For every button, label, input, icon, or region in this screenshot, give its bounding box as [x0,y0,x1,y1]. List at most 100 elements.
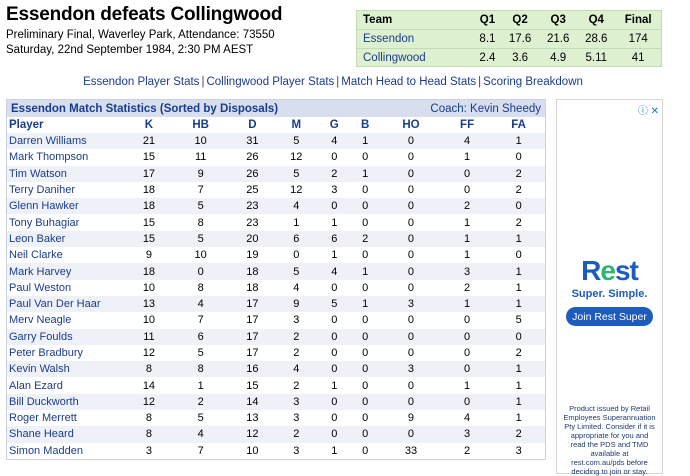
player-name-link[interactable]: Shane Heard [7,426,127,443]
stat-cell: 18 [127,181,171,199]
stat-cell: 2 [318,165,351,182]
stat-cell: 0 [350,361,381,378]
ad-brand-logo[interactable]: Rest [557,255,662,287]
scoreboard-cell: 2.4 [473,48,502,67]
player-name-link[interactable]: Roger Merrett [7,410,127,427]
stat-cell: 0 [318,410,351,427]
stats-title: Essendon Match Statistics (Sorted by Dis… [11,102,279,115]
stats-column-header[interactable]: M [274,117,318,133]
nav-link-essendon-stats[interactable]: Essendon Player Stats [83,76,199,88]
player-name-link[interactable]: Merv Neagle [7,312,127,329]
player-name-link[interactable]: Paul Weston [7,279,127,296]
stat-cell: 1 [492,361,545,378]
ad-fine-print: Product issued by Retail Employees Super… [563,404,656,476]
stat-cell: 12 [127,393,171,411]
player-name-link[interactable]: Mark Harvey [7,263,127,280]
player-name-link[interactable]: Leon Baker [7,230,127,248]
stat-cell: 6 [318,230,351,248]
stat-cell: 12 [274,181,319,199]
stat-cell: 0 [350,393,381,411]
nav-link-scoring-breakdown[interactable]: Scoring Breakdown [483,76,583,88]
player-name-link[interactable]: Peter Bradbury [7,344,127,362]
ad-join-button[interactable]: Join Rest Super [566,307,653,326]
nav-link-head-to-head[interactable]: Match Head to Head Stats [341,76,476,88]
stat-cell: 1 [441,149,493,166]
player-name-link[interactable]: Tim Watson [7,165,127,182]
stat-cell: 0 [350,247,381,264]
scoreboard-team-link[interactable]: Essendon [357,29,474,49]
table-row: Bill Duckworth 12 2 14 3 0 0 0 0 1 [7,393,545,411]
stat-cell: 0 [441,393,493,411]
player-name-link[interactable]: Tony Buhagiar [7,214,127,231]
stats-column-header[interactable]: HB [171,117,231,133]
table-row: Merv Neagle 10 7 17 3 0 0 0 0 5 [7,312,545,329]
player-name-link[interactable]: Glenn Hawker [7,198,127,215]
table-row: Simon Madden 3 7 10 3 1 0 33 2 3 [7,442,545,459]
stat-cell: 9 [170,165,231,182]
stat-cell: 0 [318,279,351,296]
stat-cell: 0 [492,149,545,166]
stat-cell: 1 [350,133,381,150]
player-name-link[interactable]: Garry Foulds [7,328,127,345]
stat-cell: 15 [230,377,275,394]
scoreboard-header-final: Final [624,14,652,26]
stat-cell: 8 [170,214,231,231]
table-row: Tim Watson 17 9 26 5 2 1 0 0 2 [7,165,545,182]
stat-cell: 17 [230,312,275,329]
scoreboard-cell: 4.9 [539,48,578,67]
stat-cell: 0 [350,149,381,166]
player-name-link[interactable]: Terry Daniher [7,181,127,199]
stat-cell: 5 [274,263,319,280]
player-name-link[interactable]: Mark Thompson [7,149,127,166]
stats-column-header[interactable]: D [230,117,274,133]
scoreboard-cell: 28.6 [577,29,616,49]
stat-cell: 0 [318,149,351,166]
stat-cell: 3 [380,295,442,313]
player-name-link[interactable]: Paul Van Der Haar [7,295,127,313]
stat-cell: 26 [230,165,275,182]
player-name-link[interactable]: Simon Madden [7,442,127,459]
stats-column-header[interactable]: B [350,117,380,133]
stat-cell: 6 [274,230,319,248]
stat-cell: 0 [380,344,442,362]
stats-column-header[interactable]: HO [380,117,442,133]
stat-cell: 10 [230,442,275,459]
scoreboard-cell: 8.1 [473,29,502,49]
ad-choices-icon[interactable]: ⓘ ✕ [638,102,659,117]
stats-column-header[interactable]: G [318,117,350,133]
player-name-link[interactable]: Alan Ezard [7,377,127,394]
match-date: Saturday, 22nd September 1984, 2:30 PM A… [6,44,254,56]
stat-cell: 3 [274,442,319,459]
advertisement[interactable]: ⓘ ✕ Rest Super. Simple. Join Rest Super … [556,99,663,476]
stat-cell: 3 [274,312,319,329]
stats-column-header[interactable]: FA [492,117,545,133]
stat-cell: 1 [350,165,381,182]
player-name-link[interactable]: Bill Duckworth [7,393,127,411]
player-name-link[interactable]: Kevin Walsh [7,361,127,378]
stat-cell: 2 [350,230,381,248]
stat-cell: 5 [170,230,231,248]
nav-link-collingwood-stats[interactable]: Collingwood Player Stats [206,76,334,88]
stat-cell: 17 [127,165,171,182]
stat-cell: 1 [441,214,493,231]
stat-cell: 1 [492,410,545,427]
stat-cell: 4 [170,295,231,313]
stat-cell: 0 [380,328,442,345]
scoreboard-team-link[interactable]: Collingwood [357,48,474,67]
player-name-link[interactable]: Darren Williams [7,133,127,150]
player-name-link[interactable]: Neil Clarke [7,247,127,264]
stats-column-header[interactable]: FF [442,117,492,133]
table-row: Alan Ezard 14 1 15 2 1 0 0 1 1 [7,377,545,394]
stat-cell: 5 [170,198,231,215]
scoreboard-cell: 3.6 [501,48,540,67]
stat-cell: 4 [441,133,493,150]
stat-cell: 0 [380,247,442,264]
stat-cell: 7 [170,181,231,199]
stats-column-header[interactable]: Player [7,117,127,133]
table-row: Leon Baker 15 5 20 6 6 2 0 1 1 [7,230,545,248]
stats-column-header[interactable]: K [127,117,171,133]
stat-cell: 0 [350,198,381,215]
stat-cell: 0 [380,312,442,329]
stat-cell: 0 [441,165,493,182]
stat-cell: 15 [127,149,171,166]
